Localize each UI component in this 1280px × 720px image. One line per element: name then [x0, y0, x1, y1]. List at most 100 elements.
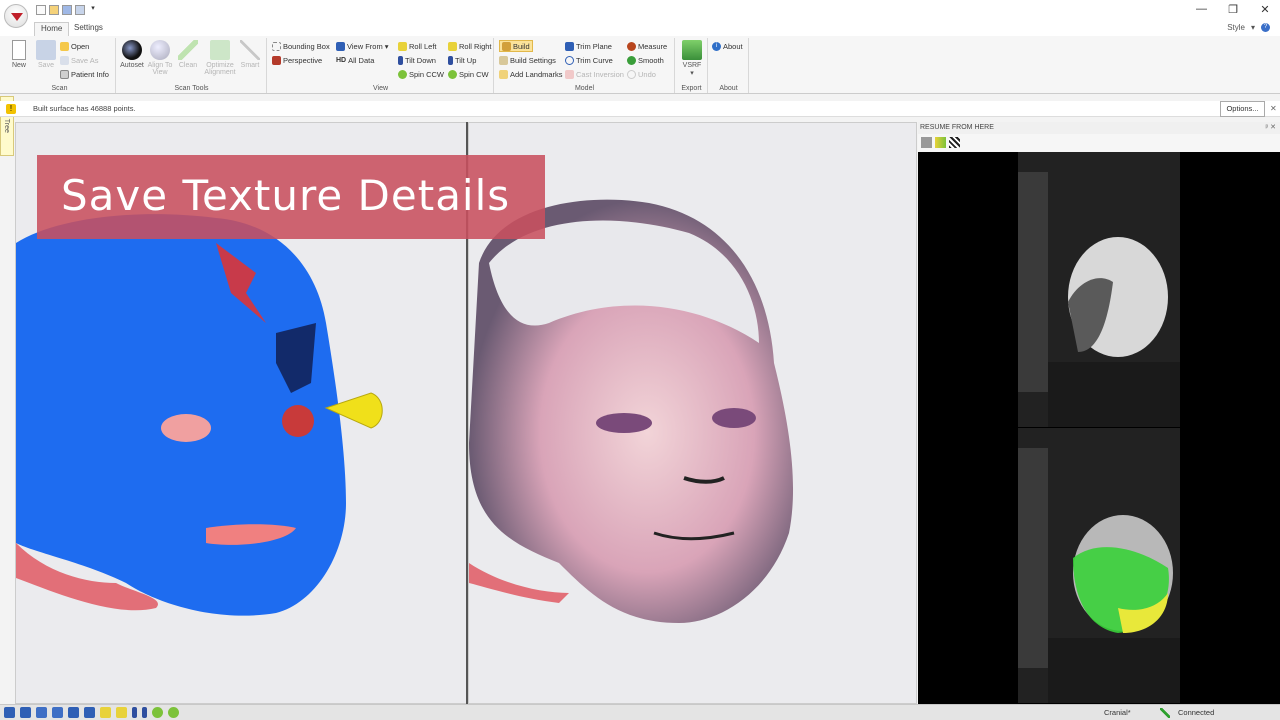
vsrf-button[interactable]: VSRF ▾ [677, 40, 707, 77]
measure-button[interactable]: Measure [627, 40, 667, 52]
info-icon: i [712, 41, 721, 51]
application-menu-button[interactable] [4, 4, 28, 28]
view-iso-icon[interactable] [68, 707, 79, 718]
spin-cw-icon [448, 69, 457, 79]
tilt-up-button[interactable]: Tilt Up [448, 54, 476, 66]
about-button[interactable]: i About [712, 40, 743, 52]
tilt-down-button[interactable]: Tilt Down [398, 54, 436, 66]
group-model: Build Build Settings Add Landmarks Trim … [495, 38, 675, 93]
undo-arrow-icon [627, 69, 636, 79]
tilt-up-small-icon[interactable] [142, 707, 147, 718]
roll-right-button[interactable]: Roll Right [448, 40, 492, 52]
resume-panel-controls[interactable]: ᵖ ✕ [1266, 123, 1276, 131]
camera-lens-icon [122, 40, 142, 60]
cast-inversion-icon [565, 69, 574, 79]
group-label-export: Export [681, 85, 702, 92]
status-bar: Cranial* Connected [0, 704, 1280, 720]
spin-ccw-icon [398, 69, 407, 79]
perspective-button[interactable]: Perspective [272, 54, 322, 66]
bounding-box-button[interactable]: Bounding Box [272, 40, 330, 52]
tab-home[interactable]: Home [34, 22, 70, 36]
add-landmarks-button[interactable]: Add Landmarks [499, 68, 563, 80]
grid-view-icon[interactable] [949, 137, 960, 148]
new-button[interactable]: New [4, 40, 34, 69]
video-caption-banner: Save Texture Details [37, 155, 545, 239]
info-close-icon[interactable]: ✕ [1270, 104, 1277, 113]
view-back-icon[interactable] [52, 707, 63, 718]
smooth-button[interactable]: Smooth [627, 54, 664, 66]
minimize-button[interactable]: — [1196, 3, 1207, 16]
new-icon[interactable] [36, 5, 46, 15]
vsrf-export-icon [682, 40, 702, 60]
tilt-down-arrow-icon [398, 55, 403, 65]
view-bottom-icon[interactable] [84, 707, 95, 718]
autoset-button[interactable]: Autoset [117, 40, 147, 69]
align-to-view-button[interactable]: Align To View [145, 40, 175, 76]
resume-panel-title: RESUME FROM HERE [920, 124, 994, 131]
open-icon[interactable] [49, 5, 59, 15]
cast-inversion-button[interactable]: Cast Inversion [565, 68, 624, 80]
quick-access-toolbar: ▾ [36, 5, 98, 15]
build-button[interactable]: Build [499, 40, 533, 52]
style-menu[interactable]: Style ▾ ? [1227, 23, 1270, 32]
group-label-model: Model [574, 85, 595, 92]
sphere-icon [150, 40, 170, 60]
spin-ccw-small-icon[interactable] [152, 707, 163, 718]
undo-button[interactable]: Undo [627, 68, 656, 80]
roll-left-small-icon[interactable] [100, 707, 111, 718]
options-button[interactable]: Options... [1220, 101, 1265, 117]
textured-eye-right [712, 408, 756, 428]
smooth-icon [627, 55, 636, 65]
smart-button[interactable]: Smart [235, 40, 265, 69]
save-as-button[interactable]: Save As [60, 54, 99, 66]
resume-panel-toolbar [918, 134, 1280, 152]
roll-right-arrow-icon [448, 41, 457, 51]
camera-view-icon[interactable] [921, 137, 932, 148]
roll-right-small-icon[interactable] [116, 707, 127, 718]
quick-access-dropdown[interactable]: ▾ [88, 5, 98, 15]
trim-curve-button[interactable]: Trim Curve [565, 54, 613, 66]
spin-ccw-button[interactable]: Spin CCW [398, 68, 444, 80]
style-label: Style [1227, 23, 1245, 32]
save-as-icon [60, 55, 69, 65]
group-label-scan-tools: Scan Tools [174, 85, 209, 92]
spin-cw-small-icon[interactable] [168, 707, 179, 718]
restore-button[interactable]: ❐ [1228, 3, 1238, 16]
group-view: Bounding Box Perspective View From ▾ HD … [268, 38, 494, 93]
status-toolbar [4, 707, 179, 718]
status-mode: Cranial* [1104, 708, 1131, 717]
save-button[interactable]: Save [31, 40, 61, 69]
color-view-icon[interactable] [935, 137, 946, 148]
build-hammer-icon [502, 41, 511, 51]
view-side-icon[interactable] [36, 707, 47, 718]
trim-plane-icon [565, 41, 574, 51]
trim-plane-button[interactable]: Trim Plane [565, 40, 612, 52]
build-settings-button[interactable]: Build Settings [499, 54, 556, 66]
patient-info-button[interactable]: Patient Info [60, 68, 109, 80]
model-eye-left [161, 414, 211, 442]
textured-eye-left [596, 413, 652, 433]
save-as-icon[interactable] [75, 5, 85, 15]
all-data-button[interactable]: HD All Data [336, 54, 374, 66]
clean-button[interactable]: Clean [173, 40, 203, 69]
style-dropdown-icon: ▾ [1250, 23, 1255, 32]
new-document-icon [12, 40, 26, 60]
camera-feed-bottom [1018, 428, 1180, 703]
optimize-alignment-button[interactable]: Optimize Alignment [203, 40, 237, 76]
roll-left-button[interactable]: Roll Left [398, 40, 437, 52]
close-button[interactable]: ✕ [1260, 3, 1270, 16]
view-front-icon[interactable] [4, 707, 15, 718]
roll-left-arrow-icon [398, 41, 407, 51]
tilt-down-small-icon[interactable] [132, 707, 137, 718]
camera-feed-top [1018, 152, 1180, 427]
spin-cw-button[interactable]: Spin CW [448, 68, 489, 80]
tab-settings[interactable]: Settings [68, 22, 109, 36]
open-button[interactable]: Open [60, 40, 89, 52]
view-top-icon[interactable] [20, 707, 31, 718]
view-from-button[interactable]: View From ▾ [336, 40, 388, 52]
save-icon[interactable] [62, 5, 72, 15]
connection-status: Connected [1178, 708, 1215, 717]
alignment-icon [210, 40, 230, 60]
ribbon-tabs: Home Settings [0, 20, 1280, 36]
help-icon[interactable]: ? [1261, 23, 1270, 32]
